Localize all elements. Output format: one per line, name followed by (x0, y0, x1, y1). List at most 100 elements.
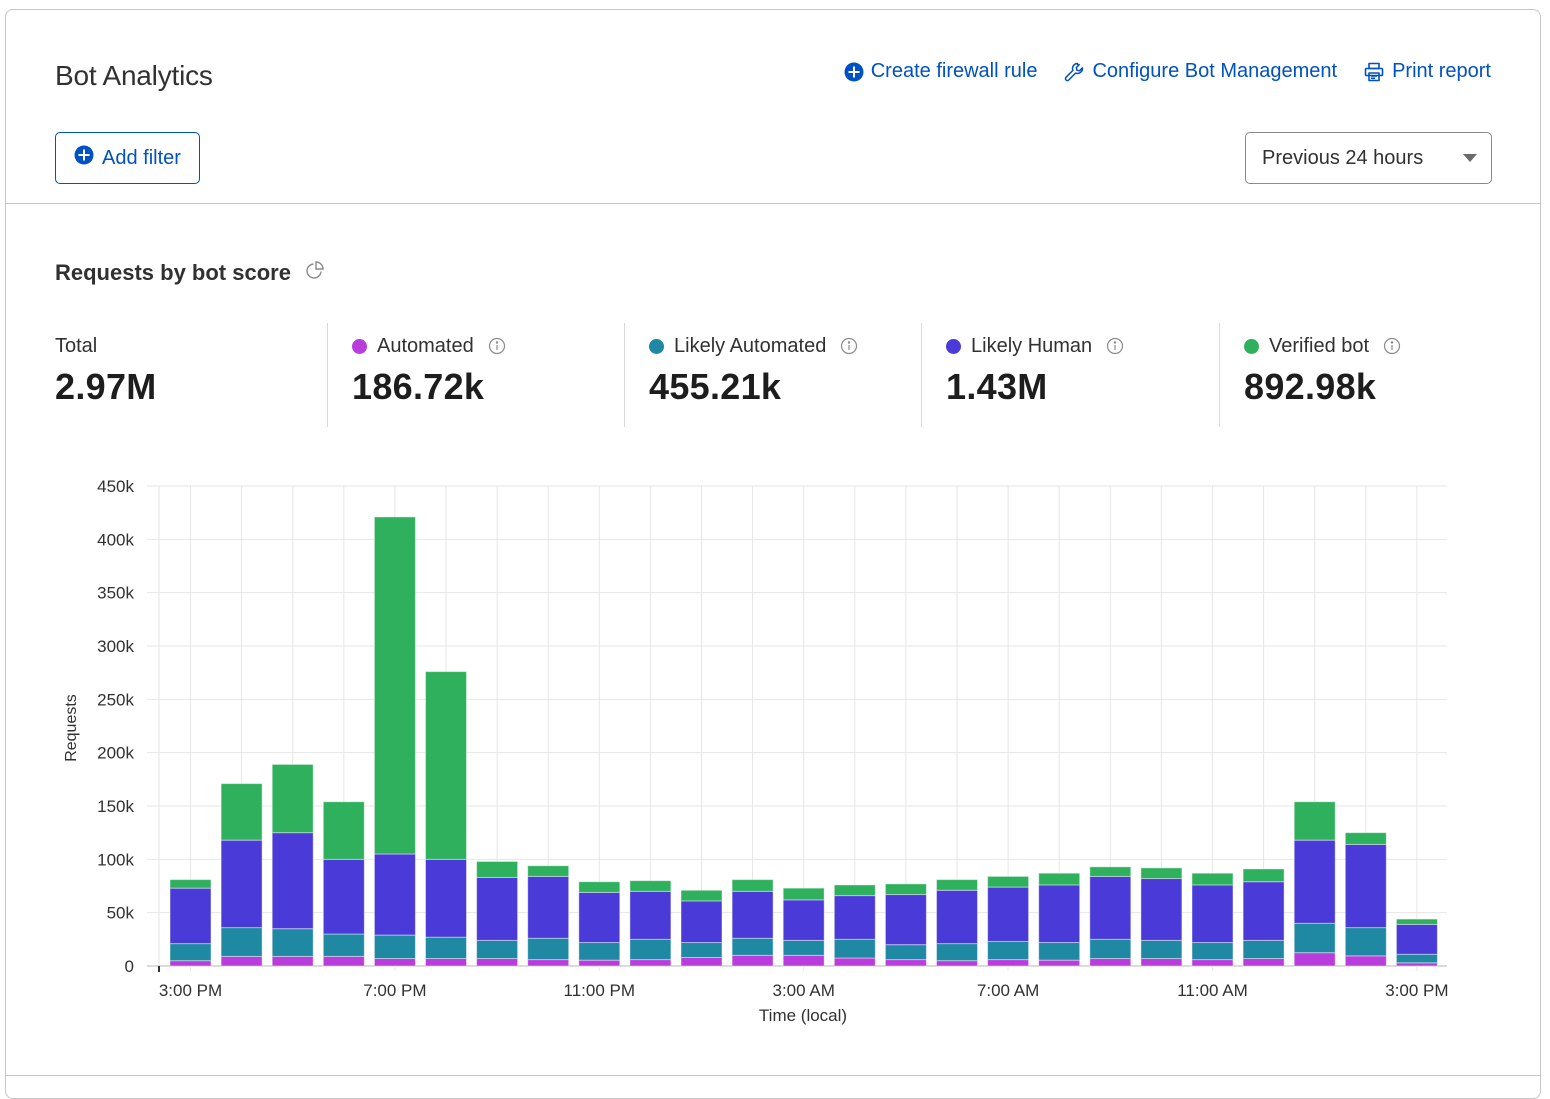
bar-stack[interactable] (680, 889, 723, 967)
bar-segment-likely-automated[interactable] (1242, 939, 1285, 960)
bar-segment-likely-human[interactable] (833, 895, 876, 940)
bar-segment-likely-human[interactable] (1140, 878, 1183, 941)
bar-segment-automated[interactable] (578, 959, 621, 967)
bar-segment-verified-bot[interactable] (1395, 918, 1438, 925)
bar-segment-automated[interactable] (1191, 959, 1234, 967)
bar-segment-likely-human[interactable] (322, 858, 365, 935)
bar-stack[interactable] (884, 883, 927, 967)
bar-segment-verified-bot[interactable] (527, 865, 570, 877)
bar-stack[interactable] (1344, 832, 1387, 967)
bar-stack[interactable] (629, 880, 672, 967)
time-range-select[interactable]: Previous 24 hours (1245, 132, 1492, 184)
bar-segment-likely-automated[interactable] (629, 938, 672, 961)
bar-stack[interactable] (425, 671, 467, 967)
bar-segment-likely-human[interactable] (578, 891, 621, 944)
bar-segment-automated[interactable] (1344, 955, 1387, 967)
bar-stack[interactable] (1395, 918, 1438, 967)
bar-stack[interactable] (1242, 868, 1285, 967)
bar-segment-verified-bot[interactable] (782, 887, 825, 901)
bar-segment-likely-human[interactable] (476, 876, 519, 941)
bar-segment-automated[interactable] (987, 959, 1030, 967)
bar-segment-likely-human[interactable] (1038, 884, 1081, 944)
bar-segment-likely-human[interactable] (987, 886, 1030, 942)
bar-segment-automated[interactable] (1293, 952, 1336, 967)
bar-segment-likely-automated[interactable] (425, 936, 467, 960)
info-icon[interactable] (1106, 337, 1124, 355)
bar-stack[interactable] (782, 887, 825, 967)
create-firewall-rule-link[interactable]: Create firewall rule (844, 60, 1037, 83)
bar-segment-verified-bot[interactable] (1293, 801, 1336, 841)
bar-stack[interactable] (169, 879, 212, 967)
bar-segment-likely-automated[interactable] (271, 928, 314, 957)
bar-segment-likely-automated[interactable] (373, 934, 416, 960)
bar-segment-automated[interactable] (1089, 958, 1132, 967)
bar-segment-likely-automated[interactable] (936, 943, 978, 962)
configure-bot-management-link[interactable]: Configure Bot Management (1063, 60, 1337, 83)
bar-segment-automated[interactable] (782, 954, 825, 967)
bar-stack[interactable] (322, 801, 365, 967)
bar-segment-verified-bot[interactable] (629, 880, 672, 892)
bar-segment-verified-bot[interactable] (833, 884, 876, 897)
bar-segment-verified-bot[interactable] (936, 879, 978, 891)
bar-segment-automated[interactable] (527, 959, 570, 967)
bar-segment-likely-automated[interactable] (1089, 938, 1132, 960)
bar-segment-verified-bot[interactable] (322, 801, 365, 860)
bar-segment-likely-automated[interactable] (782, 939, 825, 956)
bar-segment-automated[interactable] (425, 958, 467, 967)
bar-segment-likely-human[interactable] (1191, 884, 1234, 944)
bar-segment-likely-human[interactable] (1242, 881, 1285, 941)
bar-segment-likely-automated[interactable] (220, 927, 263, 957)
bar-segment-verified-bot[interactable] (731, 879, 774, 892)
bar-segment-likely-human[interactable] (1293, 839, 1336, 924)
bar-segment-automated[interactable] (731, 954, 774, 967)
bar-segment-likely-human[interactable] (936, 889, 978, 945)
bar-segment-likely-human[interactable] (1395, 923, 1438, 955)
bar-segment-verified-bot[interactable] (1038, 872, 1081, 886)
bar-segment-verified-bot[interactable] (1140, 867, 1183, 880)
bar-segment-verified-bot[interactable] (271, 763, 314, 834)
bar-segment-automated[interactable] (322, 955, 365, 967)
bar-segment-likely-automated[interactable] (1140, 939, 1183, 960)
bar-segment-verified-bot[interactable] (578, 881, 621, 893)
add-filter-button[interactable]: Add filter (55, 132, 200, 184)
bar-segment-likely-human[interactable] (271, 832, 314, 930)
bar-segment-likely-automated[interactable] (680, 942, 723, 958)
bar-segment-verified-bot[interactable] (425, 671, 467, 860)
bar-segment-automated[interactable] (629, 959, 672, 967)
bar-segment-likely-automated[interactable] (1191, 942, 1234, 961)
bar-segment-likely-human[interactable] (527, 875, 570, 939)
pie-chart-icon[interactable] (305, 260, 325, 286)
bar-segment-verified-bot[interactable] (680, 889, 723, 902)
bar-segment-likely-human[interactable] (425, 858, 467, 938)
bar-segment-likely-automated[interactable] (169, 943, 212, 962)
bar-segment-verified-bot[interactable] (1344, 832, 1387, 845)
bar-segment-automated[interactable] (884, 959, 927, 967)
bar-segment-likely-automated[interactable] (884, 944, 927, 961)
bar-segment-verified-bot[interactable] (884, 883, 927, 896)
bar-stack[interactable] (476, 860, 519, 967)
bar-segment-verified-bot[interactable] (373, 516, 416, 855)
bar-segment-automated[interactable] (169, 960, 212, 967)
bar-segment-automated[interactable] (1038, 959, 1081, 967)
bar-segment-verified-bot[interactable] (476, 860, 519, 878)
bar-stack[interactable] (1191, 872, 1234, 967)
bar-segment-automated[interactable] (936, 960, 978, 967)
bar-segment-likely-automated[interactable] (1344, 927, 1387, 957)
bar-segment-likely-human[interactable] (169, 887, 212, 945)
info-icon[interactable] (840, 337, 858, 355)
bar-segment-verified-bot[interactable] (1191, 872, 1234, 886)
bar-segment-likely-human[interactable] (220, 839, 263, 929)
bar-segment-automated[interactable] (220, 955, 263, 967)
bar-segment-verified-bot[interactable] (987, 875, 1030, 888)
bar-stack[interactable] (1293, 801, 1336, 967)
bar-stack[interactable] (1089, 866, 1132, 967)
bar-segment-likely-human[interactable] (680, 900, 723, 944)
bar-segment-automated[interactable] (680, 956, 723, 967)
bar-segment-automated[interactable] (271, 955, 314, 967)
bar-segment-automated[interactable] (373, 958, 416, 967)
bar-segment-likely-human[interactable] (884, 894, 927, 946)
bar-stack[interactable] (220, 783, 263, 967)
bar-stack[interactable] (987, 875, 1030, 967)
bar-segment-likely-automated[interactable] (1038, 942, 1081, 961)
bar-segment-likely-human[interactable] (782, 899, 825, 941)
